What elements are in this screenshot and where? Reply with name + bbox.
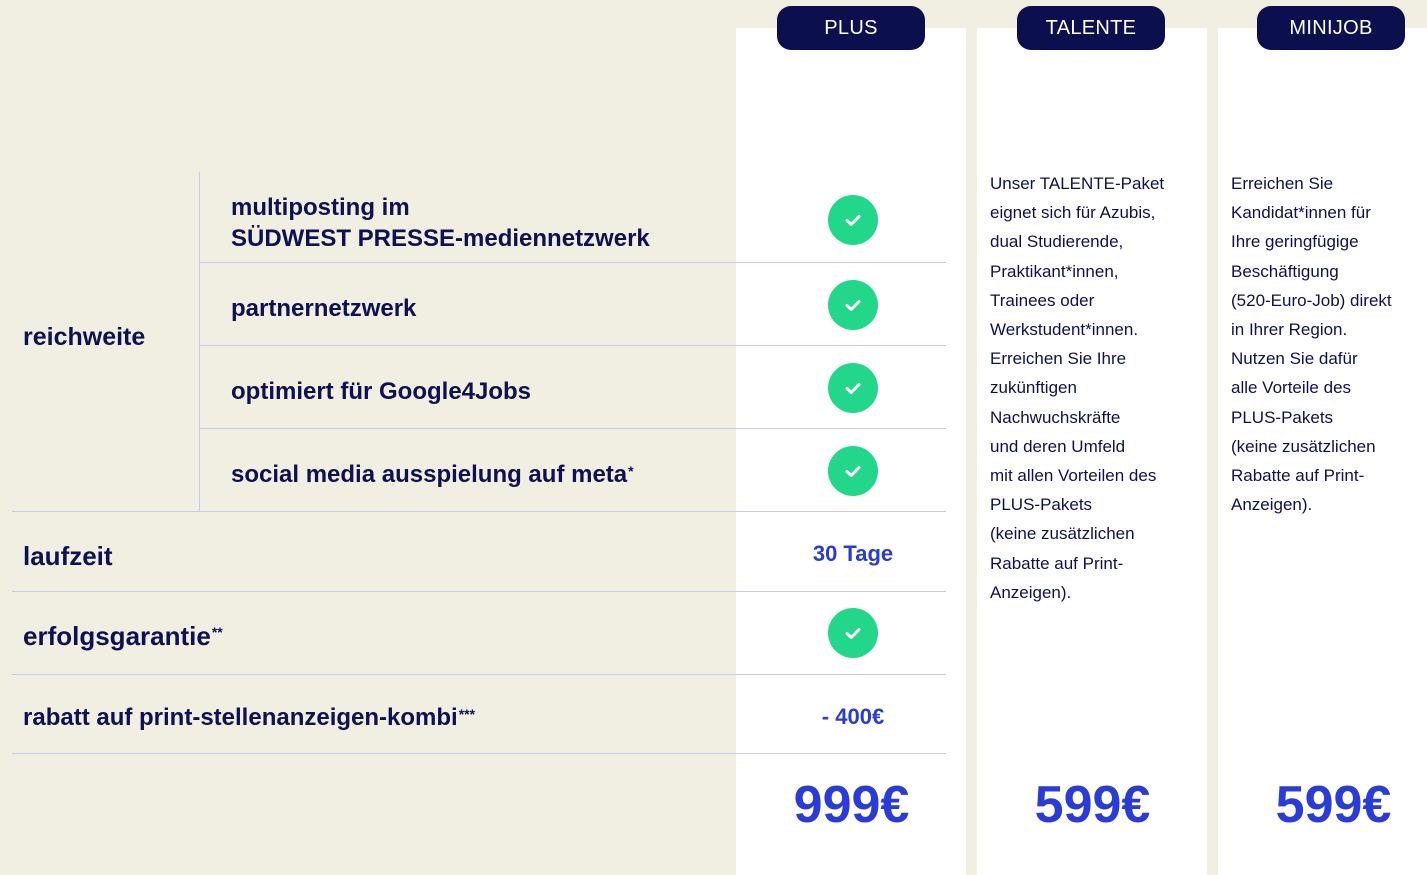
minijob-description-line: Kandidat*innen für bbox=[1231, 203, 1371, 223]
talente-description: Unser TALENTE-Paket eignet sich für Azubi… bbox=[990, 169, 1164, 607]
plus-price: 999€ bbox=[793, 776, 910, 834]
minijob-description-line: Beschäftigung bbox=[1231, 261, 1339, 281]
minijob-description-line: Ihre geringfügige bbox=[1231, 232, 1359, 252]
multiposting-label: multiposting im SÜDWEST PRESSE-mediennet… bbox=[231, 192, 650, 254]
talente-description-line: zukünftigen bbox=[990, 378, 1077, 398]
talente-description-line: und deren Umfeld bbox=[990, 436, 1126, 456]
erfolgsgarantie-label-text: erfolgsgarantie bbox=[23, 621, 211, 651]
minijob-description: Erreichen Sie Kandidat*innen für Ihre geri… bbox=[1231, 169, 1392, 519]
talente-description-line: Erreichen Sie Ihre bbox=[990, 349, 1127, 369]
minijob-badge[interactable]: MINIJOB bbox=[1257, 6, 1405, 50]
minijob-description-line: alle Vorteile des bbox=[1231, 378, 1352, 398]
plus-badge[interactable]: PLUS bbox=[777, 6, 925, 50]
row-divider bbox=[12, 753, 946, 754]
laufzeit-label: laufzeit bbox=[23, 541, 113, 571]
erfolgsgarantie-label: erfolgsgarantie** bbox=[23, 621, 223, 651]
talente-badge[interactable]: TALENTE bbox=[1017, 6, 1165, 50]
social-media-label-text: social media ausspielung auf meta bbox=[231, 461, 628, 488]
rabatt-label: rabatt auf print-stellenanzeigen-kombi**… bbox=[23, 703, 475, 733]
check-circle-icon bbox=[828, 195, 878, 245]
talente-description-line: dual Studierende, bbox=[990, 232, 1124, 252]
talente-description-line: mit allen Vorteilen des bbox=[990, 466, 1157, 486]
minijob-description-line: Anzeigen). bbox=[1231, 495, 1313, 515]
check-circle-icon bbox=[828, 446, 878, 496]
minijob-description-line: Nutzen Sie dafür bbox=[1231, 349, 1358, 369]
rabatt-label-text: rabatt auf print-stellenanzeigen-kombi bbox=[23, 704, 458, 731]
row-divider bbox=[199, 262, 946, 263]
talente-description-line: Nachwuchskräfte bbox=[990, 407, 1121, 427]
talente-description-line: (keine zusätzlichen bbox=[990, 524, 1135, 544]
multiposting-label-line1: multiposting im bbox=[231, 194, 410, 221]
talente-description-line: Anzeigen). bbox=[990, 582, 1072, 602]
minijob-description-line: in Ihrer Region. bbox=[1231, 320, 1348, 340]
check-circle-icon bbox=[828, 363, 878, 413]
minijob-price: 599€ bbox=[1275, 776, 1392, 834]
talente-description-line: Unser TALENTE-Paket bbox=[990, 174, 1165, 193]
multiposting-label-line2: SÜDWEST PRESSE-mediennetzwerk bbox=[231, 225, 650, 252]
google4jobs-label: optimiert für Google4Jobs bbox=[231, 378, 532, 405]
check-circle-icon bbox=[828, 608, 878, 658]
talente-description-line: PLUS-Pakets bbox=[990, 495, 1093, 515]
partnernetzwerk-label: partnernetzwerk bbox=[231, 295, 417, 322]
laufzeit-plus-value: 30 Tage bbox=[812, 541, 894, 566]
minijob-description-line: (520-Euro-Job) direkt bbox=[1231, 290, 1392, 310]
minijob-description-line: (keine zusätzlichen bbox=[1231, 436, 1376, 456]
minijob-description-line: Erreichen Sie bbox=[1231, 174, 1334, 193]
row-divider bbox=[12, 511, 946, 512]
talente-description-line: Trainees oder bbox=[990, 290, 1095, 310]
row-divider bbox=[199, 428, 946, 429]
row-divider bbox=[12, 591, 946, 592]
reichweite-group-divider bbox=[199, 172, 200, 511]
talente-description-line: Praktikant*innen, bbox=[990, 261, 1119, 281]
rabatt-plus-value: - 400€ bbox=[821, 704, 885, 729]
talente-description-line: eignet sich für Azubis, bbox=[990, 203, 1156, 223]
minijob-description-line: PLUS-Pakets bbox=[1231, 407, 1334, 427]
footnote-marker: * bbox=[628, 463, 634, 479]
footnote-marker: *** bbox=[458, 706, 476, 722]
row-divider bbox=[199, 345, 946, 346]
talente-description-line: Werkstudent*innen. bbox=[990, 320, 1139, 340]
footnote-marker: ** bbox=[211, 624, 223, 640]
reichweite-label: reichweite bbox=[23, 323, 146, 351]
talente-price: 599€ bbox=[1034, 776, 1151, 834]
check-circle-icon bbox=[828, 280, 878, 330]
row-divider bbox=[12, 674, 946, 675]
social-media-label: social media ausspielung auf meta* bbox=[231, 460, 634, 490]
minijob-description-line: Rabatte auf Print- bbox=[1231, 466, 1365, 486]
talente-description-line: Rabatte auf Print- bbox=[990, 553, 1124, 573]
